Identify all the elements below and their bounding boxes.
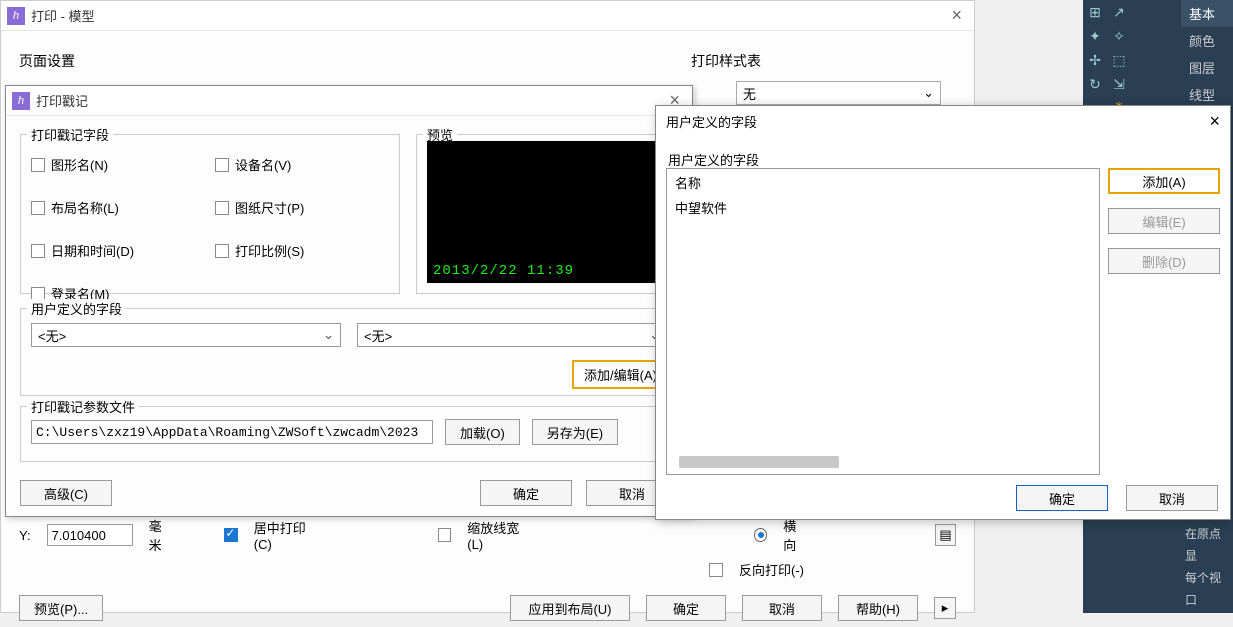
stamp-fields-legend: 打印戳记字段 [27, 125, 113, 144]
tab-layer[interactable]: 图层 [1181, 54, 1233, 81]
select-value: <无> [364, 326, 392, 345]
user-fields-group: 用户定义的字段 <无> <无> 添加/编辑(A) [20, 308, 678, 396]
tool-icon[interactable]: ↗ [1107, 0, 1131, 24]
list-item[interactable]: 中望软件 [667, 196, 1099, 219]
param-file-path[interactable]: C:\Users\zxz19\AppData\Roaming\ZWSoft\zw… [31, 420, 433, 444]
datetime-label: 日期和时间(D) [51, 241, 134, 260]
tab-linetype[interactable]: 线型 [1181, 81, 1233, 108]
drawing-name-label: 图形名(N) [51, 155, 108, 174]
layout-name-label: 布局名称(L) [51, 198, 119, 217]
tool-icon[interactable]: ✢ [1083, 48, 1107, 72]
cancel-button[interactable]: 取消 [1126, 485, 1218, 511]
plot-style-label: 打印样式表 [691, 51, 761, 71]
y-label: Y: [19, 528, 31, 543]
app-icon: h [7, 7, 25, 25]
scale-lw-label: 缩放线宽(L) [467, 518, 532, 552]
y-unit: 毫米 [149, 516, 174, 554]
titlebar: h 打印戳记 × [6, 86, 692, 116]
ok-button[interactable]: 确定 [480, 480, 572, 506]
tool-icon[interactable]: ✦ [1083, 24, 1107, 48]
window-title: 打印 - 模型 [31, 6, 95, 25]
user-fields-legend: 用户定义的字段 [27, 299, 126, 318]
add-button[interactable]: 添加(A) [1108, 168, 1220, 194]
preview-button[interactable]: 预览(P)... [19, 595, 103, 621]
titlebar: 用户定义的字段 × [656, 106, 1230, 136]
window-title: 打印戳记 [36, 91, 88, 110]
page-setup-label: 页面设置 [19, 51, 75, 71]
ok-button[interactable]: 确定 [1016, 485, 1108, 511]
status-line: 每个视口 [1185, 567, 1229, 611]
plot-style-select[interactable]: 无 [736, 81, 941, 105]
print-scale-checkbox[interactable] [215, 244, 229, 258]
param-file-legend: 打印戳记参数文件 [27, 397, 139, 416]
cancel-button[interactable]: 取消 [742, 595, 822, 621]
select-value: <无> [38, 326, 66, 345]
user-field-select-2[interactable]: <无> [357, 323, 667, 347]
print-stamp-dialog: h 打印戳记 × 打印戳记字段 图形名(N) 设备名(V) 布局名称(L) 图纸… [5, 85, 693, 517]
paper-size-label: 图纸尺寸(P) [235, 198, 304, 217]
tool-icon[interactable]: ⬚ [1107, 48, 1131, 72]
expand-icon[interactable]: ▸ [934, 597, 956, 619]
property-tabs: 基本 颜色 图层 线型 [1181, 0, 1233, 108]
tool-icon-grid: ⊞↗ ✦✧ ✢⬚ ↻⇲ ▭⁂ [1083, 0, 1131, 120]
print-lower-strip: Y: 7.010400 毫米 居中打印(C) 缩放线宽(L) 横向 ▤ 反向打印… [11, 512, 964, 612]
preview-canvas: 2013/2/22 11:39 [427, 141, 667, 283]
tool-icon[interactable]: ↻ [1083, 72, 1107, 96]
udf-list-label: 用户定义的字段 [668, 150, 1218, 169]
paper-size-checkbox[interactable] [215, 201, 229, 215]
app-icon: h [12, 92, 30, 110]
y-input[interactable]: 7.010400 [47, 524, 133, 546]
advanced-button[interactable]: 高级(C) [20, 480, 112, 506]
landscape-label: 横向 [783, 516, 808, 554]
preview-group: 预览 2013/2/22 11:39 [416, 134, 678, 294]
tool-icon[interactable]: ⊞ [1083, 0, 1107, 24]
apply-layout-button[interactable]: 应用到布局(U) [510, 595, 630, 621]
print-scale-label: 打印比例(S) [235, 241, 304, 260]
reverse-print-checkbox[interactable] [709, 563, 723, 577]
preview-timestamp: 2013/2/22 11:39 [433, 263, 574, 279]
tab-color[interactable]: 颜色 [1181, 27, 1233, 54]
center-print-label: 居中打印(C) [254, 518, 321, 552]
tool-icon[interactable]: ✧ [1107, 24, 1131, 48]
center-print-checkbox[interactable] [224, 528, 237, 542]
saveas-button[interactable]: 另存为(E) [532, 419, 618, 445]
device-name-label: 设备名(V) [235, 155, 291, 174]
user-defined-fields-dialog: 用户定义的字段 × 用户定义的字段 名称 中望软件 添加(A) 编辑(E) 删除… [655, 105, 1231, 520]
stamp-bottom-buttons: 高级(C) 确定 取消 [20, 480, 678, 506]
param-file-group: 打印戳记参数文件 C:\Users\zxz19\AppData\Roaming\… [20, 406, 678, 462]
plot-style-value: 无 [743, 84, 756, 103]
delete-button[interactable]: 删除(D) [1108, 248, 1220, 274]
stamp-fields-group: 打印戳记字段 图形名(N) 设备名(V) 布局名称(L) 图纸尺寸(P) 日期和… [20, 134, 400, 294]
device-name-checkbox[interactable] [215, 158, 229, 172]
window-title: 用户定义的字段 [666, 112, 757, 131]
drawing-name-checkbox[interactable] [31, 158, 45, 172]
scale-lw-checkbox[interactable] [438, 528, 451, 542]
status-line: 在原点显 [1185, 523, 1229, 567]
landscape-radio[interactable] [754, 528, 767, 542]
layout-name-checkbox[interactable] [31, 201, 45, 215]
datetime-checkbox[interactable] [31, 244, 45, 258]
udf-listbox[interactable]: 名称 中望软件 [666, 168, 1100, 475]
load-button[interactable]: 加载(O) [445, 419, 520, 445]
close-icon[interactable]: × [945, 5, 968, 26]
titlebar: h 打印 - 模型 × [1, 1, 974, 31]
tool-icon[interactable]: ⇲ [1107, 72, 1131, 96]
user-field-select-1[interactable]: <无> [31, 323, 341, 347]
help-button[interactable]: 帮助(H) [838, 595, 918, 621]
tab-basic[interactable]: 基本 [1181, 0, 1233, 27]
ok-button[interactable]: 确定 [646, 595, 726, 621]
udf-column-name: 名称 [667, 169, 1099, 196]
reverse-print-label: 反向打印(-) [739, 560, 804, 579]
close-icon[interactable]: × [1209, 111, 1220, 132]
edit-button[interactable]: 编辑(E) [1108, 208, 1220, 234]
orientation-icon: ▤ [935, 524, 956, 546]
scrollbar-horizontal[interactable] [679, 456, 839, 468]
